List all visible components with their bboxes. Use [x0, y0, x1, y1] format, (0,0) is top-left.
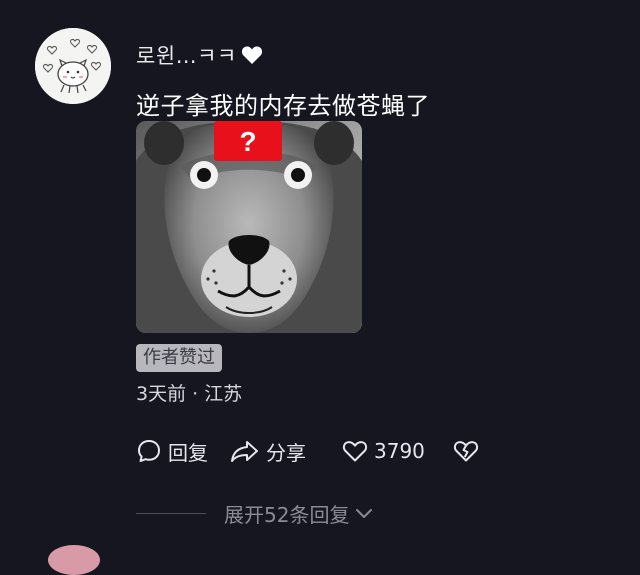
time-location: 3天前 · 江苏	[136, 383, 243, 405]
broken-heart-icon	[453, 439, 479, 463]
reply-button[interactable]: 回复	[136, 437, 208, 466]
username-row: 로윈…ㅋㅋ	[136, 40, 263, 70]
comment-image[interactable]: ?	[136, 121, 362, 333]
image-question-mark: ?	[239, 126, 256, 157]
share-arrow-icon	[230, 438, 260, 464]
avatar[interactable]	[35, 28, 111, 104]
author-liked-badge: 作者赞过	[136, 344, 222, 372]
comment-text: 逆子拿我的内存去做苍蝇了	[136, 92, 430, 120]
comment-bubble-icon	[136, 438, 162, 464]
expand-replies-row: 展开52条回复	[136, 497, 373, 529]
heart-outline-icon	[342, 439, 368, 463]
share-button[interactable]: 分享	[230, 437, 306, 466]
dislike-button[interactable]	[453, 439, 479, 463]
share-label: 分享	[266, 440, 306, 465]
like-button[interactable]: 3790	[342, 439, 425, 463]
reply-label: 回复	[168, 440, 208, 465]
comment-item: 로윈…ㅋㅋ 逆子拿我的内存去做苍蝇了 ? 作者赞过 3天前 · 江苏 回复 分享…	[0, 0, 640, 575]
chevron-down-icon	[355, 501, 373, 525]
heart-icon	[241, 45, 263, 65]
expand-replies-button[interactable]: 展开52条回复	[224, 499, 373, 528]
next-comment-avatar[interactable]	[48, 545, 100, 575]
divider	[136, 512, 206, 514]
comment-actions: 回复 分享 3790	[136, 436, 479, 466]
username[interactable]: 로윈…ㅋㅋ	[136, 40, 237, 70]
like-count: 3790	[374, 439, 425, 463]
expand-replies-label: 展开52条回复	[224, 502, 350, 527]
